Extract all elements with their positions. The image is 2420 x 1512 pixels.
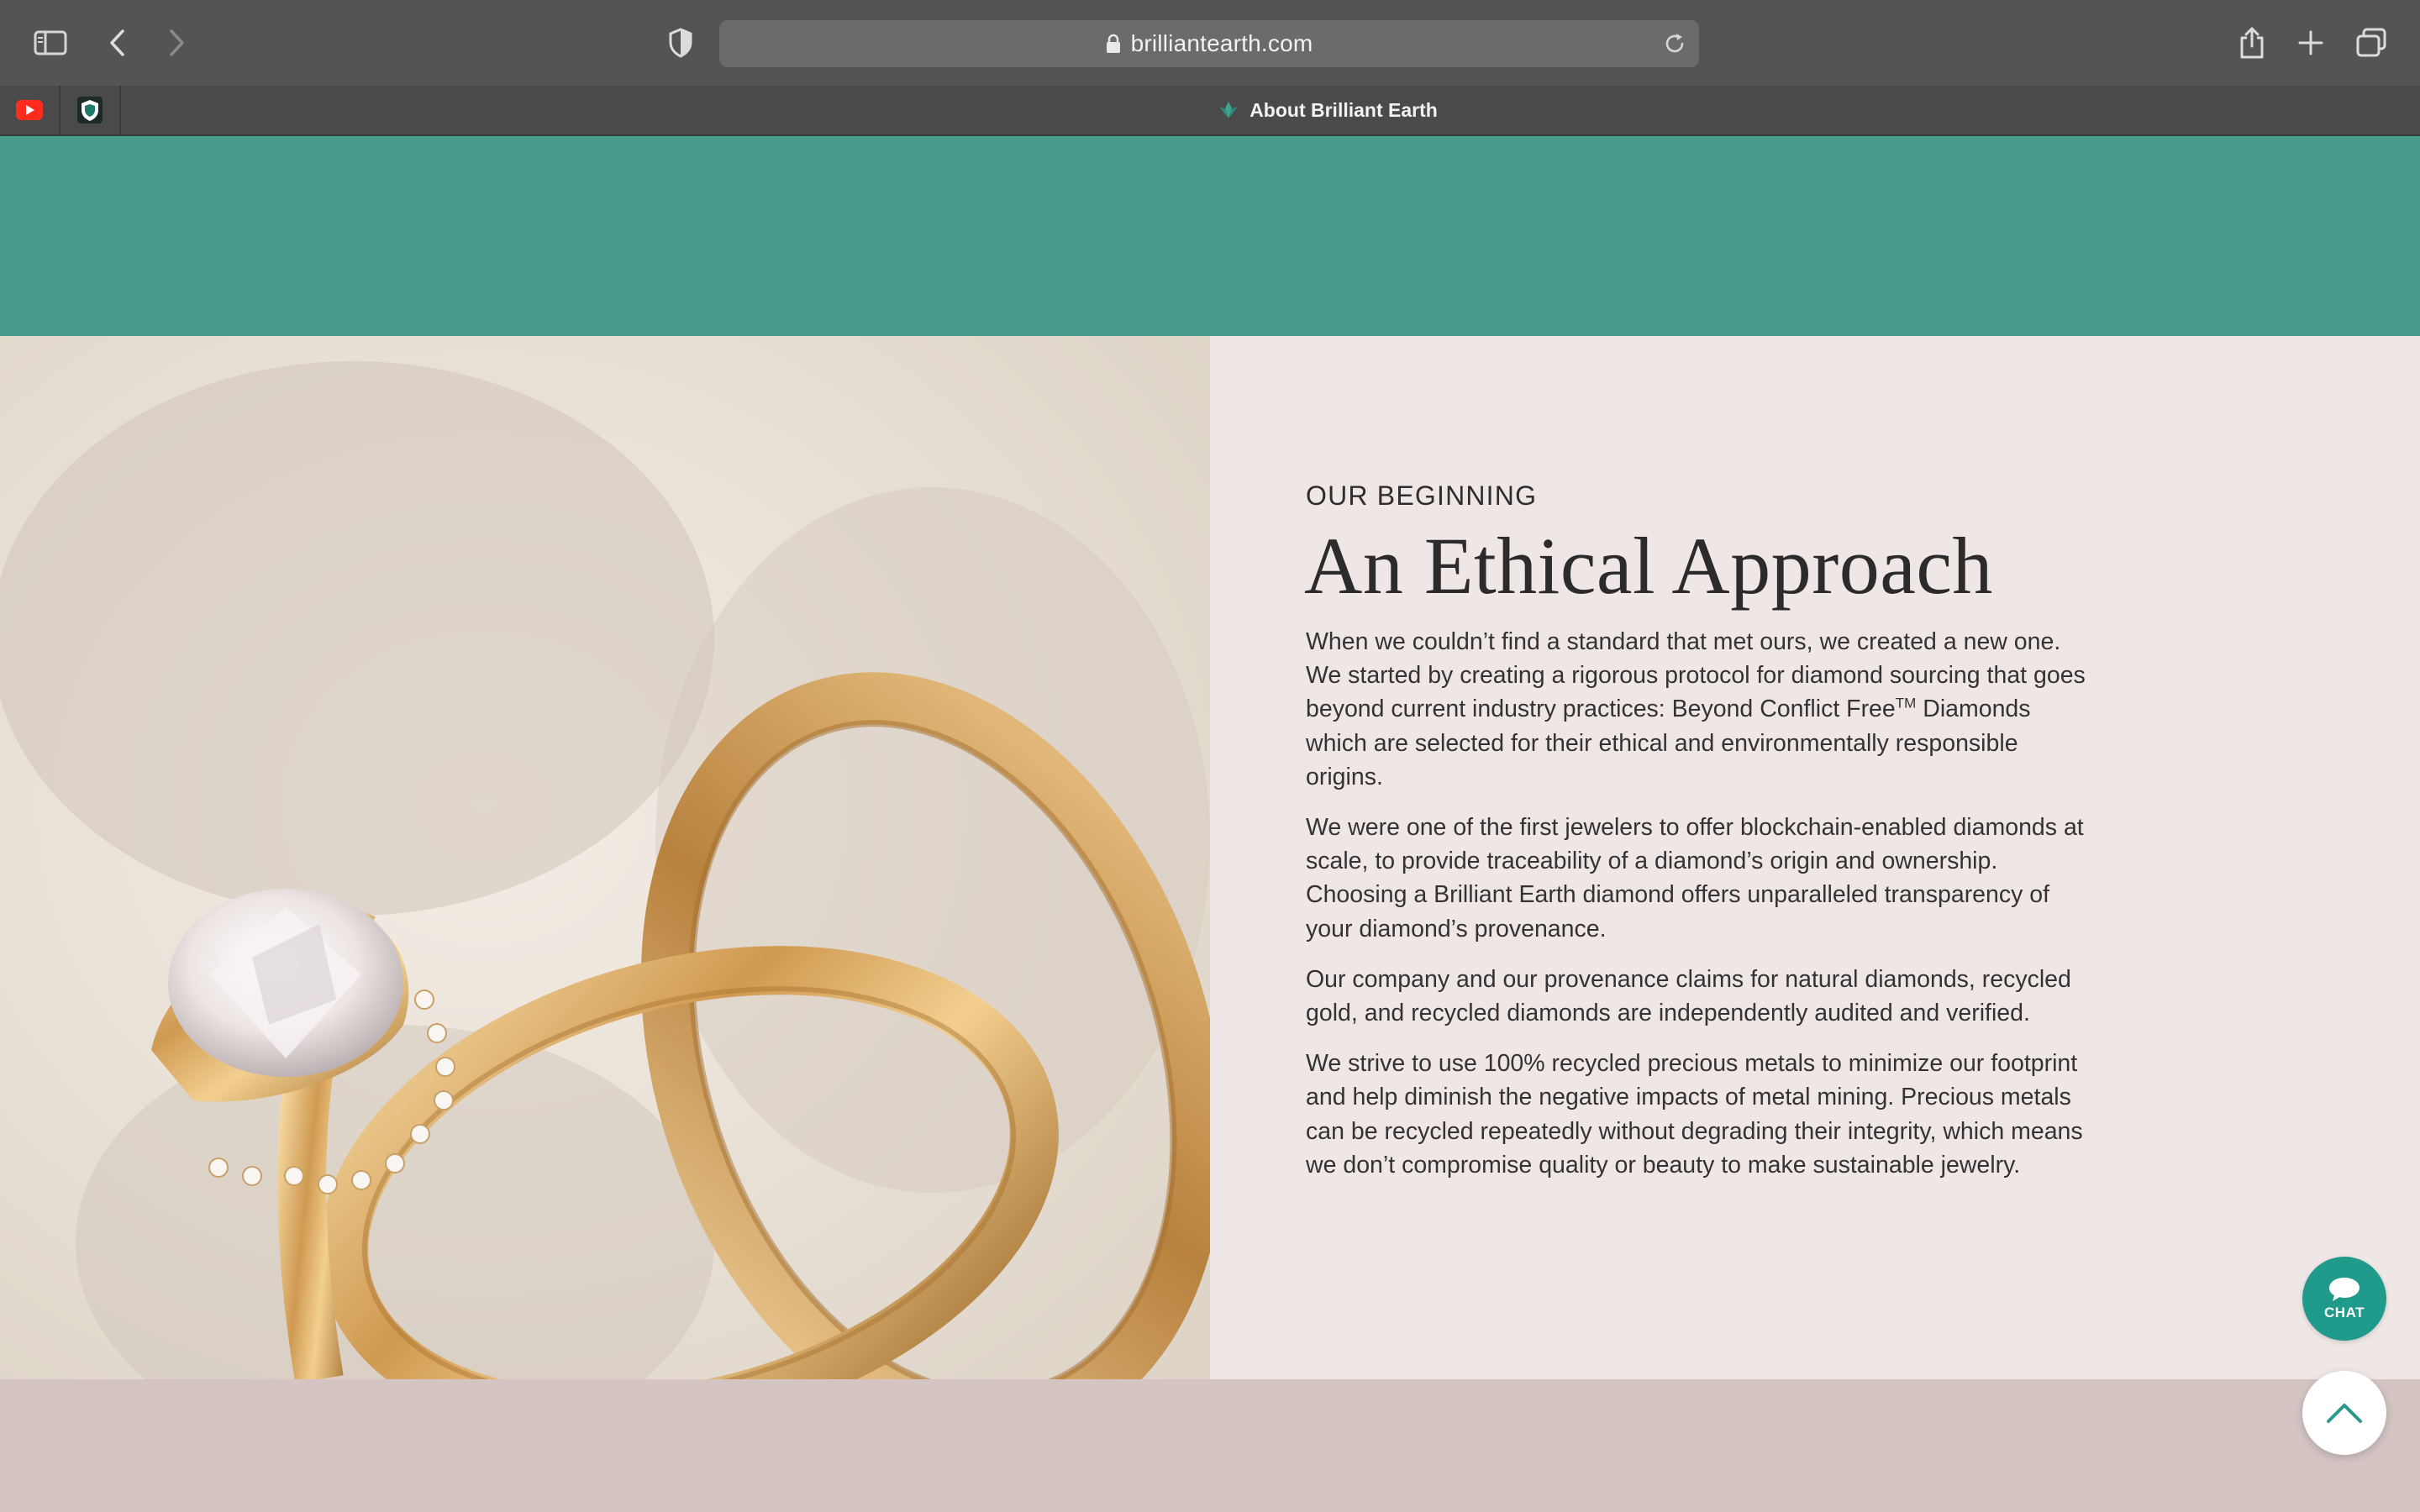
ethical-approach-panel: OUR BEGINNING An Ethical Approach When w… (1210, 336, 2420, 1379)
forward-button[interactable] (146, 20, 207, 66)
shield-icon (669, 28, 692, 58)
rings-hero-image (0, 336, 1210, 1379)
back-button[interactable] (87, 20, 148, 66)
new-tab-button[interactable] (2281, 20, 2341, 66)
chat-bubble-icon (2329, 1278, 2360, 1301)
paragraph-3: Our company and our provenance claims fo… (1306, 965, 2071, 1027)
trademark-mark: TM (1895, 695, 1917, 711)
plus-icon (2298, 30, 2323, 55)
next-section-band (0, 1379, 2420, 1512)
header-banner (0, 136, 2420, 336)
shield-crest-icon (77, 97, 103, 123)
brilliant-earth-favicon-icon (1219, 102, 1239, 118)
pinned-tab-crest[interactable] (60, 86, 121, 134)
tab-title: About Brilliant Earth (1249, 98, 1438, 121)
tab-overview-icon (2356, 28, 2386, 57)
chat-label: CHAT (2324, 1305, 2365, 1320)
active-tab[interactable]: About Brilliant Earth (1160, 86, 1496, 134)
youtube-icon (16, 100, 43, 120)
chat-button[interactable]: CHAT (2302, 1257, 2386, 1341)
tab-overview-button[interactable] (2341, 20, 2402, 66)
sidebar-toggle-button[interactable] (20, 20, 81, 66)
section-eyebrow: OUR BEGINNING (1306, 480, 1538, 511)
lock-icon (1106, 34, 1121, 54)
share-button[interactable] (2222, 20, 2282, 66)
paragraph-1: When we couldn’t find a standard that me… (1306, 628, 2086, 790)
tab-bar: About Brilliant Earth (0, 86, 2420, 136)
pinned-tab-youtube[interactable] (0, 86, 60, 134)
paragraph-4: We strive to use 100% recycled precious … (1306, 1050, 2083, 1179)
url-text: brilliantearth.com (1130, 30, 1313, 56)
share-icon (2240, 27, 2264, 59)
chevron-right-icon (170, 29, 184, 56)
privacy-report-button[interactable] (650, 20, 711, 66)
scroll-to-top-button[interactable] (2302, 1371, 2386, 1455)
chevron-left-icon (110, 29, 124, 56)
reload-icon[interactable] (1662, 31, 1687, 60)
section-body: When we couldn’t find a standard that me… (1306, 625, 2096, 1199)
sidebar-icon (34, 30, 67, 55)
address-bar[interactable]: brilliantearth.com (719, 20, 1699, 67)
section-headline: An Ethical Approach (1304, 521, 1993, 611)
paragraph-2: We were one of the first jewelers to off… (1306, 814, 2084, 942)
browser-toolbar: brilliantearth.com (0, 0, 2420, 86)
chevron-up-icon (2327, 1404, 2362, 1423)
